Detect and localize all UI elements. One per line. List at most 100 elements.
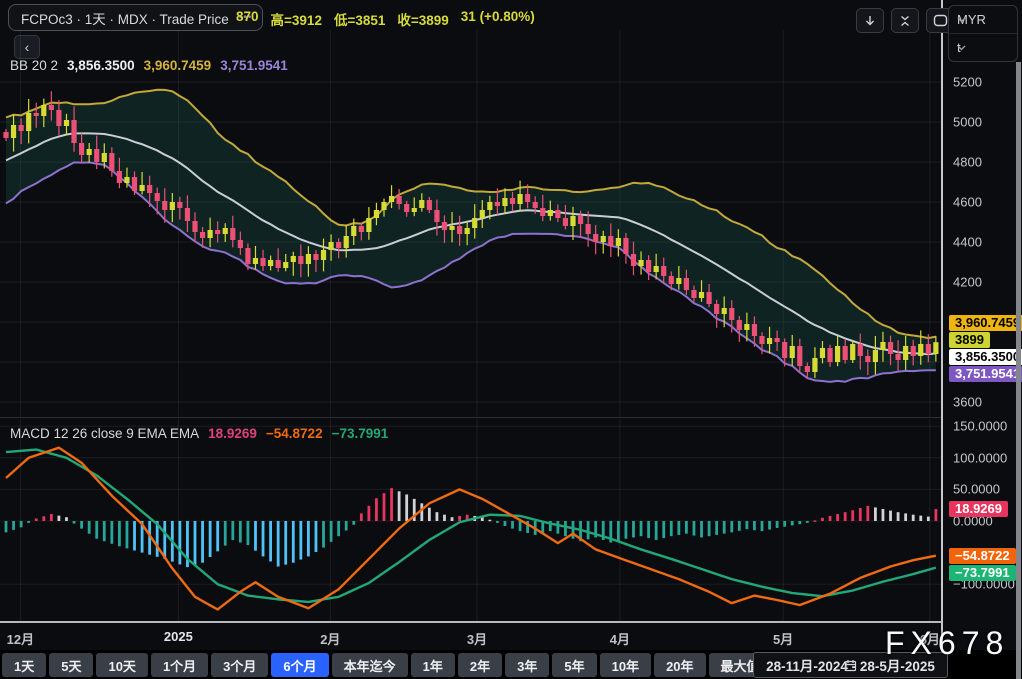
candle [169,202,175,210]
candle [766,338,773,344]
candle [101,153,107,162]
symbol-tab[interactable]: FCPOc3 · 1天 · MDX · Trade Price ••• [8,4,264,31]
candle [721,308,727,314]
collapse-pane-button[interactable] [891,8,919,33]
candle [880,342,886,350]
candle [139,185,145,191]
candle [865,356,871,362]
candle [646,260,652,272]
range-button-10年[interactable]: 10年 [599,653,652,677]
range-button-20年[interactable]: 20年 [654,653,706,677]
candle [3,132,9,138]
candle [812,358,818,372]
macd-name: MACD 12 26 close 9 EMA EMA [10,426,200,441]
range-button-6个月[interactable]: 6个月 [271,653,329,677]
axis-separator[interactable] [0,621,941,623]
candle [41,105,47,116]
candle [26,113,32,131]
currency-select[interactable]: MYR [949,6,1017,33]
candle [373,210,380,218]
candle [343,236,349,248]
time-axis-label: 12月 [6,632,35,647]
price-tick: 5200 [953,74,982,90]
price-chart[interactable] [0,30,941,417]
time-axis[interactable]: 12月 2025 2月 3月 4月 5月 6月 [0,624,941,650]
candle [819,348,826,358]
candle [472,218,478,228]
macd-hist-value: 18.9269 [208,426,257,441]
candle [835,346,841,362]
candle [887,342,894,354]
candle [661,266,667,276]
candle [517,194,523,204]
candle [691,290,697,298]
candle [411,208,417,212]
scrollbar[interactable] [1016,62,1021,679]
collapse-icon [901,15,909,26]
candle [268,260,274,266]
candle [857,344,863,356]
range-button-3年[interactable]: 3年 [505,653,550,677]
price-tick: 4200 [953,274,982,290]
candle [199,232,206,238]
candle [540,208,546,216]
candle [328,242,334,250]
candle [18,125,24,131]
chart-action-buttons [856,8,954,33]
price-axis-panel[interactable]: 5200 5000 4800 4600 4400 4200 3600 150.0000 100.… [943,0,1022,679]
frame-icon [933,14,947,27]
range-button-1年[interactable]: 1年 [410,653,455,677]
candle [502,198,508,206]
download-button[interactable] [856,8,884,33]
candle [381,202,387,210]
candle [457,226,463,234]
candle [434,210,440,222]
range-button-10天[interactable]: 10天 [96,653,148,677]
macd-signal-value: −73.7991 [331,426,389,441]
candle [570,216,576,226]
candle [320,250,327,260]
chevron-down-icon [957,17,966,22]
candle [109,153,115,171]
candle [207,230,213,238]
candle [729,308,735,320]
pane-separator[interactable] [0,417,941,418]
ohlc-item: 870 [236,9,259,24]
unit-select[interactable]: t [949,34,1017,61]
candle [872,350,878,362]
candle [547,210,553,216]
macd-chart[interactable] [0,419,941,621]
candle [706,292,712,304]
candle [698,292,705,298]
candle [910,346,916,356]
candle [162,201,168,210]
candle [86,149,92,155]
candle [774,338,780,342]
macd-tick: 50.0000 [953,481,1000,497]
range-button-2年[interactable]: 2年 [457,653,503,677]
candle [71,120,77,143]
candle [336,242,342,248]
price-badge: 3,856.3500 [949,348,1022,365]
price-tick: 4800 [953,154,982,170]
symbol-title: FCPOc3 · 1天 · MDX · Trade Price [21,11,229,27]
candle [116,171,122,183]
download-icon [866,15,874,25]
candle [449,226,455,230]
candle [298,256,304,264]
candle [797,346,803,366]
range-button-1个月[interactable]: 1个月 [150,653,209,677]
candle [33,113,39,116]
candle [532,202,538,208]
range-button-5天[interactable]: 5天 [49,653,94,677]
range-button-1天[interactable]: 1天 [2,653,47,677]
range-button-3个月[interactable]: 3个月 [211,653,269,677]
range-button-5年[interactable]: 5年 [552,653,597,677]
candle [895,354,901,360]
candle [933,342,939,354]
range-button-本年迄今[interactable]: 本年迄今 [331,653,408,677]
price-tick: 5000 [953,114,982,130]
candle [918,344,924,356]
macd-indicator-legend[interactable]: MACD 12 26 close 9 EMA EMA 18.9269 −54.8… [10,426,388,441]
candle [577,216,584,224]
